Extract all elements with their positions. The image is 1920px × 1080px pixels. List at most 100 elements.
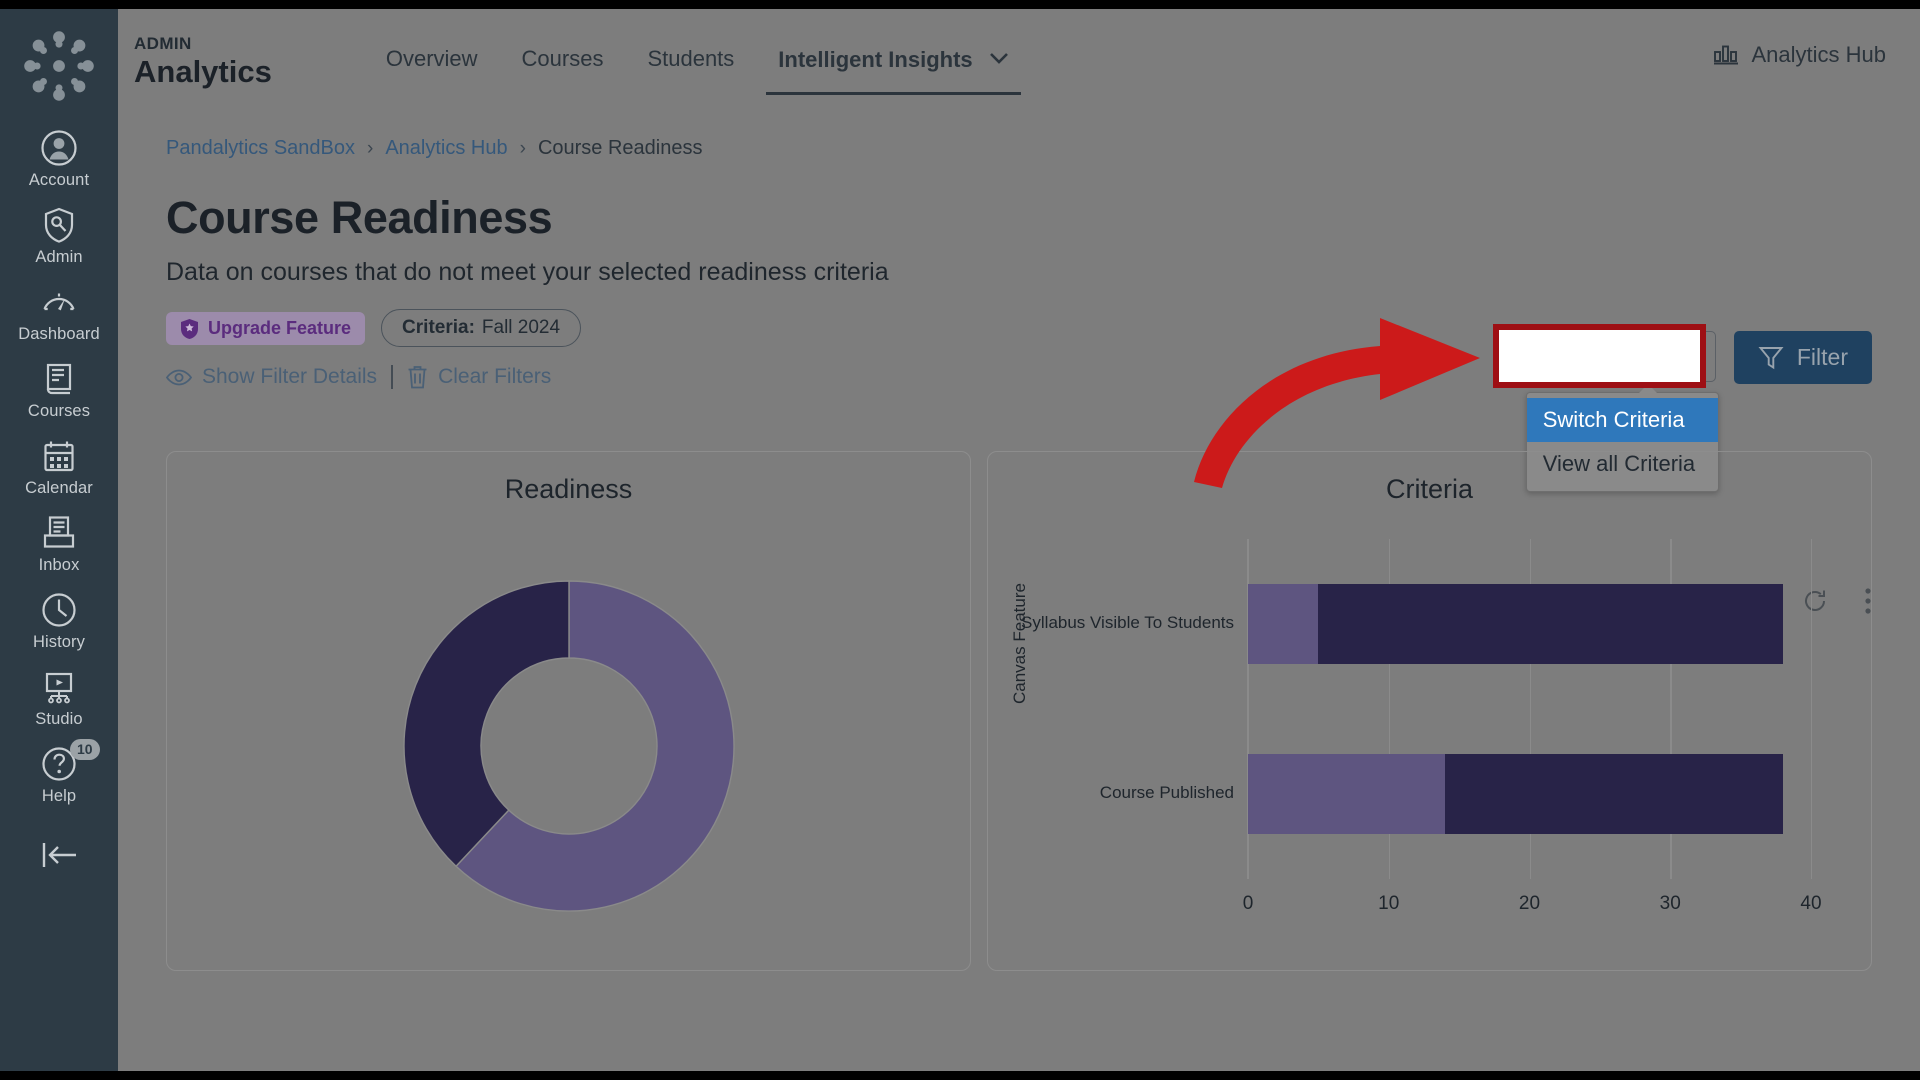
- readiness-chart-title: Readiness: [504, 474, 633, 504]
- bar-segment[interactable]: [1248, 584, 1319, 664]
- page-title: Course Readiness: [166, 192, 553, 243]
- charts-row: Readiness Criteria Canvas Feature 0 10 20 3…: [166, 389, 1872, 971]
- donut-svg: [402, 580, 735, 912]
- clock-icon: [42, 593, 76, 627]
- tab-overview[interactable]: Overview: [364, 40, 500, 78]
- bar-segment[interactable]: [1248, 754, 1446, 834]
- gauge-icon: [43, 293, 75, 311]
- page-body: Pandalytics SandBox › Analytics Hub › Co…: [118, 109, 1920, 971]
- tab-intelligent-insights[interactable]: Intelligent Insights: [756, 39, 1030, 95]
- sidebar-item-label: Help: [41, 787, 77, 805]
- menu-item-switch-criteria[interactable]: Switch Criteria: [1526, 398, 1718, 442]
- sidebar-item-label: Studio: [35, 710, 83, 728]
- breadcrumb: Pandalytics SandBox › Analytics Hub › Co…: [166, 109, 1872, 160]
- criteria-pill-label: Criteria:: [402, 317, 475, 338]
- chevron-up-icon: [1672, 343, 1696, 370]
- user-circle-icon: [41, 130, 77, 166]
- canvas-logo-icon[interactable]: [24, 31, 94, 101]
- sidebar-item-label: Calendar: [25, 479, 93, 497]
- sidebar-item-label: Dashboard: [18, 325, 100, 343]
- brand-kicker: ADMIN: [134, 34, 192, 53]
- global-navigation-sidebar: Account Admin Dashboard Courses Calendar…: [0, 9, 118, 1071]
- readiness-chart-card: Readiness: [166, 451, 971, 971]
- donut-slice[interactable]: [402, 580, 570, 868]
- readiness-donut: [167, 531, 970, 961]
- sidebar-item-studio[interactable]: Studio: [0, 658, 118, 735]
- filter-button-label: Filter: [1796, 344, 1848, 370]
- tab-courses[interactable]: Courses: [500, 40, 626, 78]
- criteria-pill-value: Fall 2024: [481, 317, 561, 338]
- sidebar-item-courses[interactable]: Courses: [0, 350, 118, 427]
- sidebar-item-label: Inbox: [38, 556, 80, 574]
- upgrade-feature-badge[interactable]: Upgrade Feature: [166, 311, 366, 345]
- bar-segment[interactable]: [1445, 754, 1783, 834]
- upgrade-feature-label: Upgrade Feature: [208, 317, 352, 338]
- top-navigation: Overview Courses Students Intelligent In…: [364, 39, 1031, 95]
- inbox-icon: [43, 516, 75, 548]
- analytics-hub-label: Analytics Hub: [1751, 42, 1886, 67]
- sidebar-item-calendar[interactable]: Calendar: [0, 427, 118, 504]
- sidebar-item-label: History: [32, 633, 86, 651]
- studio-icon: [45, 672, 73, 704]
- brand: ADMIN Analytics: [134, 31, 272, 87]
- breadcrumb-separator-icon: ›: [519, 137, 526, 159]
- collapse-arrow-icon: [42, 843, 76, 867]
- x-axis-tick-label: 30: [1659, 893, 1681, 914]
- calendar-icon: [44, 441, 74, 472]
- tab-students[interactable]: Students: [625, 40, 756, 78]
- trash-icon: [408, 366, 427, 389]
- help-badge: 10: [70, 739, 100, 760]
- sidebar-item-label: Courses: [27, 402, 91, 420]
- criteria-button-label: Criteria: [1584, 343, 1659, 369]
- chevron-down-icon: [989, 45, 1009, 71]
- clear-filters-label: Clear Filters: [438, 365, 552, 388]
- main-content-area: ADMIN Analytics Overview Courses Student…: [118, 9, 1920, 1071]
- breadcrumb-separator-icon: ›: [367, 137, 374, 159]
- app-header: ADMIN Analytics Overview Courses Student…: [118, 9, 1920, 109]
- criteria-chart-title: Criteria: [1385, 474, 1473, 504]
- page-subtitle: Data on courses that do not meet your se…: [166, 258, 889, 286]
- sidebar-item-account[interactable]: Account: [0, 119, 118, 196]
- criteria-button[interactable]: Criteria: [1525, 331, 1716, 382]
- analytics-hub-link[interactable]: Analytics Hub: [1713, 42, 1886, 68]
- collapse-nav-button[interactable]: [36, 838, 82, 877]
- bar-category-label: Course Published: [1099, 783, 1234, 802]
- funnel-icon: [1758, 346, 1784, 369]
- sidebar-item-label: Admin: [35, 248, 83, 266]
- sidebar-item-history[interactable]: History: [0, 581, 118, 658]
- shield-key-icon: [44, 207, 74, 243]
- x-axis-tick-label: 20: [1518, 893, 1541, 914]
- sidebar-item-help[interactable]: 10 Help: [0, 735, 118, 812]
- bar-segment[interactable]: [1318, 584, 1783, 664]
- book-icon: [46, 363, 72, 395]
- criteria-pill[interactable]: Criteria: Fall 2024: [381, 309, 582, 347]
- brand-title: Analytics: [134, 54, 272, 89]
- criteria-bar-chart: Canvas Feature 0 10 20 30 40 Syllabus Visible…: [988, 509, 1871, 949]
- breadcrumb-current: Course Readiness: [537, 137, 703, 159]
- shield-star-icon: [181, 318, 198, 339]
- link-divider: [391, 365, 394, 389]
- breadcrumb-mid[interactable]: Analytics Hub: [385, 137, 507, 160]
- filter-button[interactable]: Filter: [1733, 331, 1872, 384]
- pencil-icon: [1547, 345, 1570, 367]
- show-filter-details-label: Show Filter Details: [202, 365, 378, 388]
- bar-category-label: Syllabus Visible To Students: [1021, 613, 1234, 632]
- tab-label: Intelligent Insights: [778, 47, 973, 72]
- criteria-filter-controls: Criteria Switch Criteria View all Criter…: [1525, 331, 1872, 492]
- breadcrumb-root[interactable]: Pandalytics SandBox: [166, 137, 355, 160]
- eye-icon: [166, 369, 192, 385]
- sidebar-item-label: Account: [28, 171, 90, 189]
- sidebar-item-admin[interactable]: Admin: [0, 196, 118, 273]
- x-axis-tick-label: 0: [1242, 893, 1254, 914]
- x-axis-tick-label: 10: [1378, 893, 1400, 914]
- screen-root: Account Admin Dashboard Courses Calendar…: [0, 0, 1920, 1080]
- sidebar-item-dashboard[interactable]: Dashboard: [0, 273, 118, 350]
- sidebar-item-inbox[interactable]: Inbox: [0, 504, 118, 581]
- clear-filters-link[interactable]: Clear Filters: [407, 365, 551, 389]
- x-axis-tick-label: 40: [1800, 893, 1822, 914]
- bar-chart-icon: [1714, 45, 1739, 65]
- grid-line: [1811, 539, 1813, 879]
- criteria-chart-card: Criteria Canvas Feature 0 10 20 30 40 Syllabu…: [987, 451, 1872, 971]
- show-filter-details-link[interactable]: Show Filter Details: [166, 365, 377, 389]
- dropdown-caret-icon: [1638, 384, 1657, 393]
